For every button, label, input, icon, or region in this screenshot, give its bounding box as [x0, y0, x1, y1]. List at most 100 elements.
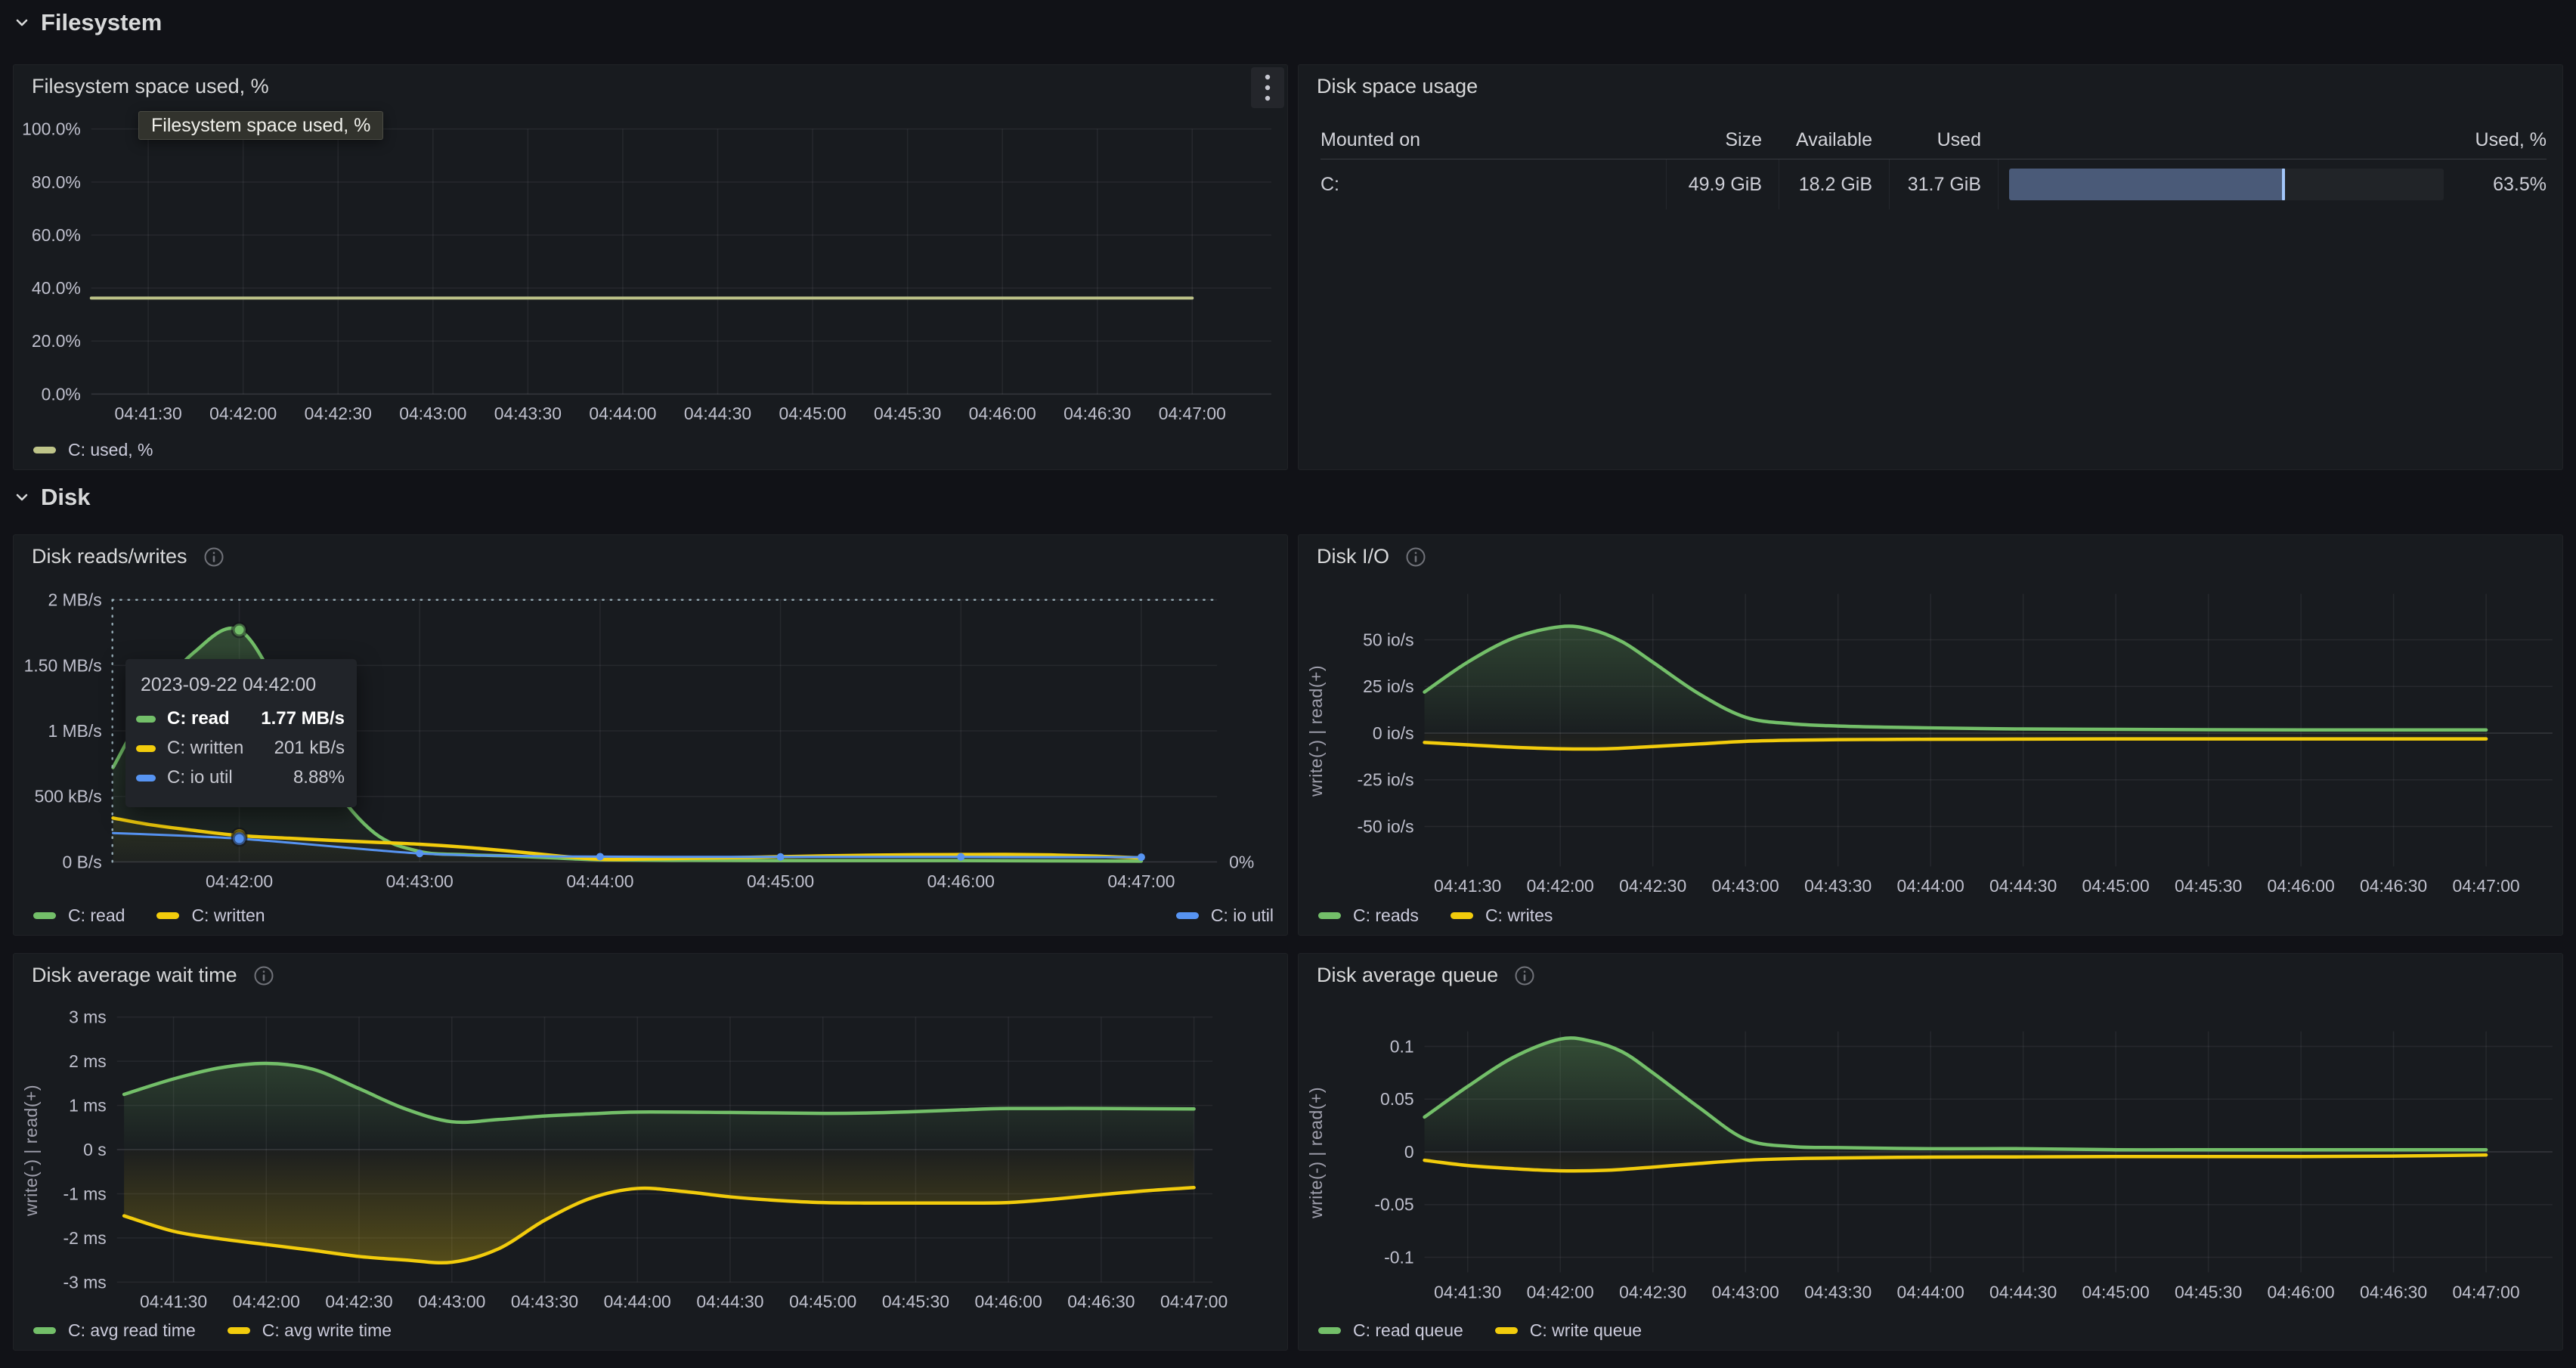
cell-available: 18.2 GiB: [1779, 159, 1889, 209]
table-header-row: Mounted on Size Available Used Used, %: [1321, 121, 2547, 159]
cell-used-pct: 63.5%: [1998, 159, 2547, 209]
legend-swatch: [1451, 912, 1473, 919]
chart-legend: C: read C: written C: io util: [33, 905, 1274, 926]
legend-swatch: [228, 1327, 250, 1334]
col-header-available[interactable]: Available: [1779, 121, 1889, 159]
tooltip-row: C: written201 kB/s: [136, 738, 345, 759]
svg-text:25 io/s: 25 io/s: [1363, 676, 1414, 696]
svg-text:04:47:00: 04:47:00: [1159, 404, 1226, 423]
svg-text:04:46:00: 04:46:00: [975, 1292, 1042, 1311]
legend-item[interactable]: C: read queue: [1318, 1320, 1463, 1341]
col-header-size[interactable]: Size: [1666, 121, 1779, 159]
legend-item[interactable]: C: reads: [1318, 905, 1419, 926]
svg-text:-0.05: -0.05: [1374, 1195, 1413, 1215]
panel-menu-button[interactable]: [1251, 67, 1284, 108]
panel-title: Disk I/O: [1317, 545, 1427, 568]
chart-disk-average-wait-time[interactable]: -3 ms-2 ms-1 ms0 s1 ms2 ms3 ms04:41:3004…: [14, 954, 1287, 1350]
svg-text:20.0%: 20.0%: [32, 331, 81, 351]
y-axis-label: write(-) | read(+): [1306, 594, 1327, 868]
panel-disk-reads-writes: Disk reads/writes 0 B/s500 kB/s1 MB/s1.5…: [13, 534, 1288, 936]
svg-text:04:41:30: 04:41:30: [140, 1292, 207, 1311]
cell-size: 49.9 GiB: [1666, 159, 1779, 209]
legend-item[interactable]: C: read: [33, 905, 125, 926]
info-circle-icon[interactable]: [1513, 964, 1536, 987]
legend-swatch: [33, 447, 56, 453]
svg-text:-25 io/s: -25 io/s: [1357, 770, 1413, 790]
panel-title: Disk average queue: [1317, 964, 1536, 987]
chevron-down-icon: [12, 13, 32, 32]
panel-disk-io: Disk I/O write(-) | read(+) -50 io/s-25 …: [1298, 534, 2563, 936]
svg-text:04:44:00: 04:44:00: [589, 404, 656, 423]
svg-text:-3 ms: -3 ms: [63, 1272, 106, 1292]
legend-swatch: [1318, 1327, 1341, 1334]
svg-text:04:43:00: 04:43:00: [418, 1292, 485, 1311]
legend-item[interactable]: C: avg read time: [33, 1320, 196, 1341]
legend-label: C: avg write time: [262, 1320, 392, 1341]
disk-usage-table: Mounted on Size Available Used Used, % C…: [1321, 121, 2547, 209]
panel-title-text: Disk I/O: [1317, 545, 1389, 568]
svg-text:04:46:30: 04:46:30: [1067, 1292, 1135, 1311]
section-header-filesystem[interactable]: Filesystem: [12, 6, 162, 39]
svg-text:04:45:00: 04:45:00: [2082, 1282, 2150, 1301]
legend-label: C: avg read time: [68, 1320, 196, 1341]
panel-disk-space-usage: Disk space usage Mounted on Size Availab…: [1298, 64, 2563, 470]
svg-text:50 io/s: 50 io/s: [1363, 630, 1414, 649]
legend-swatch: [1176, 912, 1199, 919]
legend-item[interactable]: C: used, %: [33, 440, 153, 460]
svg-text:04:46:30: 04:46:30: [1064, 404, 1131, 423]
legend-swatch: [33, 1327, 56, 1334]
svg-text:04:45:30: 04:45:30: [2175, 876, 2242, 896]
svg-text:04:47:00: 04:47:00: [1160, 1292, 1228, 1311]
tooltip-row: C: io util8.88%: [136, 767, 345, 788]
panel-title-tooltip: Filesystem space used, %: [138, 111, 383, 140]
svg-text:04:43:30: 04:43:30: [494, 404, 562, 423]
legend-label: C: writes: [1485, 905, 1553, 926]
info-circle-icon[interactable]: [203, 546, 225, 568]
svg-text:04:42:30: 04:42:30: [325, 1292, 392, 1311]
chart-disk-average-queue[interactable]: -0.1-0.0500.050.104:41:3004:42:0004:42:3…: [1299, 954, 2562, 1350]
svg-text:1 MB/s: 1 MB/s: [48, 721, 101, 741]
svg-text:0.0%: 0.0%: [42, 384, 81, 404]
panel-disk-average-queue: Disk average queue write(-) | read(+) -0…: [1298, 953, 2563, 1351]
cell-used: 31.7 GiB: [1889, 159, 1998, 209]
legend-swatch: [156, 912, 179, 919]
legend-item[interactable]: C: io util: [1176, 905, 1274, 926]
panel-title-text: Disk average queue: [1317, 964, 1498, 987]
svg-text:04:43:30: 04:43:30: [1804, 876, 1872, 896]
panel-filesystem-space-used: Filesystem space used, % Filesystem spac…: [13, 64, 1288, 470]
col-header-mounted-on[interactable]: Mounted on: [1321, 121, 1666, 159]
panel-title: Disk space usage: [1317, 75, 1478, 98]
legend-item[interactable]: C: write queue: [1495, 1320, 1642, 1341]
col-header-used[interactable]: Used: [1889, 121, 1998, 159]
svg-text:04:45:00: 04:45:00: [789, 1292, 856, 1311]
panel-title-text: Disk reads/writes: [32, 545, 187, 568]
kebab-menu-icon: [1264, 73, 1271, 103]
section-label: Disk: [41, 484, 90, 511]
svg-text:0.05: 0.05: [1380, 1089, 1414, 1109]
legend-item[interactable]: C: writes: [1451, 905, 1553, 926]
legend-label: C: used, %: [68, 440, 153, 460]
svg-text:04:46:00: 04:46:00: [2268, 1282, 2335, 1301]
svg-text:04:45:00: 04:45:00: [747, 871, 814, 891]
legend-item[interactable]: C: avg write time: [228, 1320, 392, 1341]
legend-item[interactable]: C: written: [156, 905, 265, 926]
svg-text:04:44:00: 04:44:00: [604, 1292, 671, 1311]
svg-text:40.0%: 40.0%: [32, 278, 81, 298]
svg-text:04:46:00: 04:46:00: [2268, 876, 2335, 896]
col-header-used-pct[interactable]: Used, %: [1998, 121, 2547, 159]
svg-text:-2 ms: -2 ms: [63, 1228, 106, 1248]
svg-text:04:45:30: 04:45:30: [882, 1292, 949, 1311]
chevron-down-icon: [12, 487, 32, 507]
svg-text:04:43:30: 04:43:30: [1804, 1282, 1872, 1301]
info-circle-icon[interactable]: [252, 964, 275, 987]
chart-disk-io[interactable]: -50 io/s-25 io/s0 io/s25 io/s50 io/s04:4…: [1299, 535, 2562, 935]
svg-text:04:42:30: 04:42:30: [1619, 876, 1686, 896]
legend-label: C: io util: [1211, 905, 1274, 926]
section-header-disk[interactable]: Disk: [12, 481, 90, 514]
panel-title: Filesystem space used, %: [32, 75, 269, 98]
svg-text:-1 ms: -1 ms: [63, 1184, 106, 1203]
svg-text:04:45:30: 04:45:30: [874, 404, 941, 423]
svg-text:04:43:30: 04:43:30: [511, 1292, 578, 1311]
tooltip-series-value: 1.77 MB/s: [261, 708, 345, 729]
info-circle-icon[interactable]: [1404, 546, 1427, 568]
